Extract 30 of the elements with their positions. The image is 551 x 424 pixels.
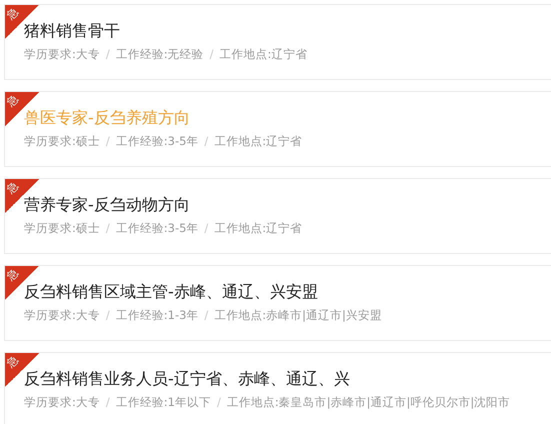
job-card[interactable]: 急 猪料销售骨干 学历要求:大专 / 工作经验:无经验 / 工作地点:辽宁省 bbox=[4, 4, 551, 80]
job-info: 学历要求:大专 bbox=[24, 308, 100, 323]
job-card[interactable]: 急 反刍料销售业务人员-辽宁省、赤峰、通辽、兴 学历要求:大专 / 工作经验:1年以下 / 工作地点:秦皇岛市|赤峰市|通辽市|呼伦贝尔市|沈阳市 bbox=[4, 352, 551, 424]
job-info: 工作经验:1-3年 bbox=[116, 308, 198, 323]
separator: / bbox=[106, 47, 110, 62]
job-card[interactable]: 急 反刍料销售区域主管-赤峰、通辽、兴安盟 学历要求:大专 / 工作经验:1-3年 / 工作地点:赤峰市|通辽市|兴安盟 bbox=[4, 265, 551, 341]
job-info: 工作经验:无经验 bbox=[116, 47, 204, 62]
separator: / bbox=[106, 395, 110, 410]
job-info: 工作地点:赤峰市|通辽市|兴安盟 bbox=[214, 308, 382, 323]
separator: / bbox=[204, 221, 208, 236]
job-info: 工作经验:1年以下 bbox=[116, 395, 211, 410]
job-info: 工作地点:秦皇岛市|赤峰市|通辽市|呼伦贝尔市|沈阳市 bbox=[226, 395, 510, 410]
job-info: 工作经验:3-5年 bbox=[116, 221, 198, 236]
job-card[interactable]: 急 营养专家-反刍动物方向 学历要求:硕士 / 工作经验:3-5年 / 工作地点:辽宁省 bbox=[4, 178, 551, 254]
separator: / bbox=[216, 395, 221, 410]
job-info: 工作地点:辽宁省 bbox=[220, 47, 308, 62]
job-info: 学历要求:大专 bbox=[24, 47, 100, 62]
job-info: 工作经验:3-5年 bbox=[116, 134, 198, 149]
separator: / bbox=[106, 221, 110, 236]
separator: / bbox=[204, 308, 208, 323]
job-card[interactable]: 急 兽医专家-反刍养殖方向 学历要求:硕士 / 工作经验:3-5年 / 工作地点:辽宁省 bbox=[4, 91, 551, 167]
job-info: 工作地点:辽宁省 bbox=[214, 221, 302, 236]
separator: / bbox=[210, 47, 214, 62]
job-info: 学历要求:硕士 bbox=[24, 134, 100, 149]
separator: / bbox=[204, 134, 208, 149]
separator: / bbox=[106, 308, 110, 323]
job-info: 学历要求:硕士 bbox=[24, 221, 100, 236]
job-info: 工作地点:辽宁省 bbox=[214, 134, 302, 149]
separator: / bbox=[106, 134, 110, 149]
job-info: 学历要求:大专 bbox=[24, 395, 100, 410]
